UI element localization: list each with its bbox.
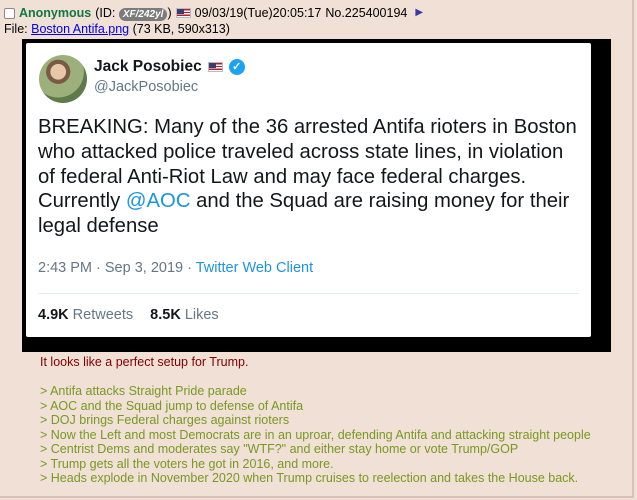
greentext-line: > Trump gets all the voters he got in 20…: [40, 456, 334, 471]
greentext-line: > Now the Left and most Democrats are in…: [40, 427, 591, 442]
post-number[interactable]: No.225400194: [325, 5, 407, 21]
id-label-close: ): [167, 6, 172, 20]
id-label: (ID:: [95, 6, 116, 20]
file-info: File: Boston Antifa.png (73 KB, 590x313): [4, 21, 230, 37]
tweet-handle: @JackPosobiec: [94, 79, 199, 95]
post-comment: It looks like a perfect setup for Trump.: [40, 355, 249, 369]
post: Anonymous (ID: XF/242yl) 09/03/19(Tue)20…: [0, 0, 634, 498]
greentext-line: > DOJ brings Federal charges against rio…: [40, 413, 290, 428]
post-select-checkbox[interactable]: [4, 7, 15, 19]
tweet-card: Jack Posobiec ✓ @JackPosobiec BREAKING: …: [26, 43, 591, 337]
verified-badge-icon: ✓: [228, 59, 245, 75]
file-meta: (73 KB, 590x313): [132, 22, 230, 36]
greentext-line: > AOC and the Squad jump to defense of A…: [40, 398, 304, 413]
likes-count: 8.5K: [150, 307, 181, 323]
retweets-label: Retweets: [72, 307, 134, 323]
greentext-line: > Centrist Dems and moderates say "WTF?"…: [40, 442, 519, 457]
attached-image[interactable]: Jack Posobiec ✓ @JackPosobiec BREAKING: …: [22, 39, 611, 352]
display-name-text: Jack Posobiec: [94, 58, 202, 75]
likes-label: Likes: [184, 307, 219, 323]
file-label: File:: [4, 22, 28, 36]
file-link[interactable]: Boston Antifa.png: [31, 22, 129, 36]
greentext-line: > Antifa attacks Straight Pride parade: [40, 384, 247, 398]
post-menu-arrow-icon[interactable]: ▶: [415, 5, 423, 21]
poster-id[interactable]: (ID: XF/242yl): [95, 5, 172, 21]
us-flag-icon: [175, 8, 191, 18]
divider: [38, 293, 579, 294]
greentext-block: > Antifa attacks Straight Pride parade >…: [40, 384, 591, 486]
retweets-count: 4.9K: [38, 307, 69, 323]
tweet-text: BREAKING: Many of the 36 arrested Antifa…: [38, 115, 583, 239]
us-flag-icon: [207, 62, 223, 72]
id-badge[interactable]: XF/242yl: [118, 8, 168, 21]
post-datetime: 09/03/19(Tue)20:05:17: [194, 6, 322, 20]
tweet-mention: @AOC: [125, 190, 191, 213]
tweet-display-name: Jack Posobiec ✓: [94, 58, 245, 76]
tweet-stats: 4.9K Retweets 8.5K Likes: [38, 307, 219, 323]
tweet-meta: 2:43 PM · Sep 3, 2019 · Twitter Web Clie…: [38, 260, 313, 276]
tweet-timestamp: 2:43 PM · Sep 3, 2019 ·: [38, 260, 196, 276]
tweet-client: Twitter Web Client: [195, 260, 314, 276]
post-header: Anonymous (ID: XF/242yl) 09/03/19(Tue)20…: [4, 5, 423, 21]
greentext-line: > Heads explode in November 2020 when Tr…: [40, 471, 579, 486]
poster-name: Anonymous: [19, 6, 92, 20]
avatar: [39, 55, 87, 103]
